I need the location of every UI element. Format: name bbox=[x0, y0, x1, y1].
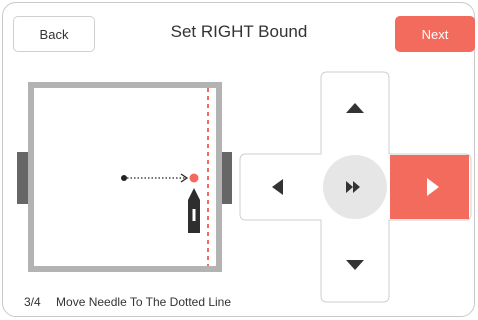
dpad-down-button[interactable] bbox=[322, 221, 388, 301]
step-instruction: Move Needle To The Dotted Line bbox=[56, 295, 232, 309]
dpad-left-button[interactable] bbox=[241, 155, 319, 219]
dpad-center-button[interactable] bbox=[323, 155, 387, 219]
step-indicator: 3/4 Move Needle To The Dotted Line bbox=[24, 295, 231, 309]
dpad bbox=[239, 71, 472, 303]
dpad-right-button[interactable] bbox=[390, 155, 469, 219]
dpad-up-button[interactable] bbox=[322, 73, 388, 153]
step-number: 3/4 bbox=[24, 295, 41, 309]
